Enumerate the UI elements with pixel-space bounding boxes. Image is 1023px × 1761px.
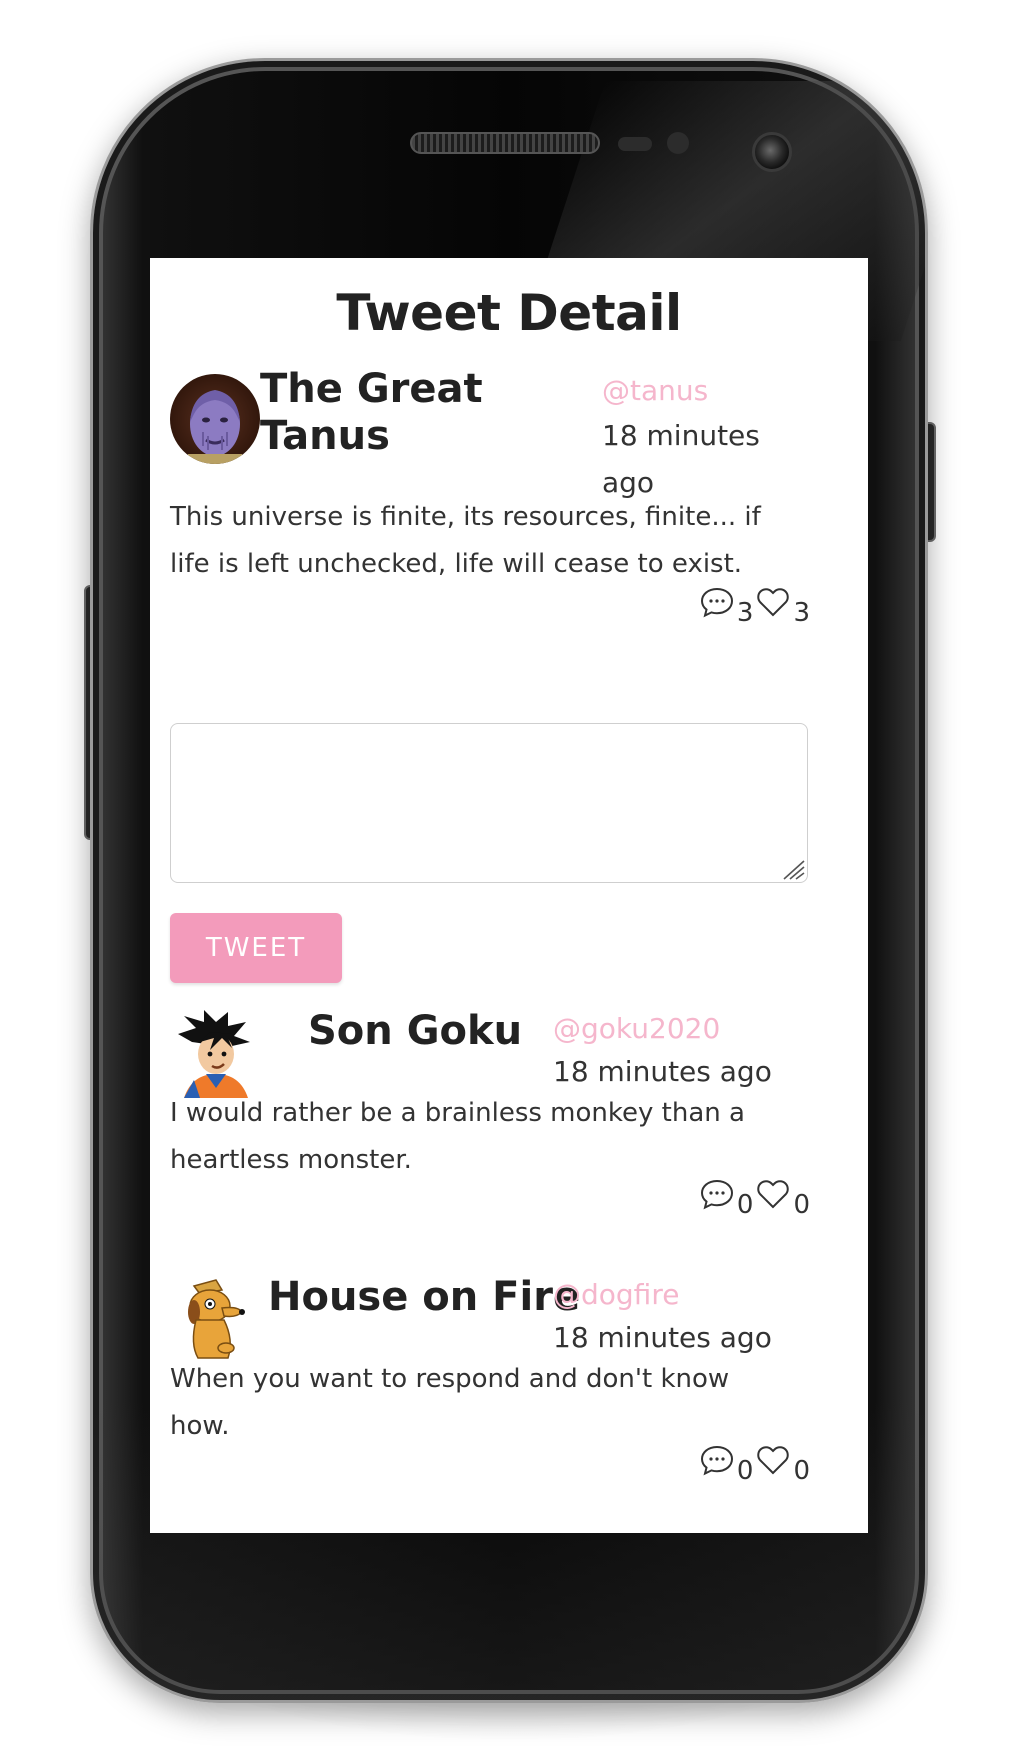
timestamp: 18 minutes ago <box>553 1321 772 1354</box>
reply-tweet: Son Goku @goku2020 18 minutes ago I woul… <box>170 1008 810 1248</box>
app-screen: Tweet Detail The Great Tanus @tanus 18 m… <box>150 258 868 1533</box>
reply-count: 0 <box>736 1190 754 1220</box>
heart-icon[interactable] <box>755 584 791 620</box>
like-count: 0 <box>793 1456 810 1486</box>
timestamp-line1: 18 minutes <box>602 419 760 452</box>
user-handle[interactable]: @dogfire <box>553 1278 679 1311</box>
reply-count: 3 <box>736 598 754 628</box>
tweet-text-line1: When you want to respond and don't know <box>170 1364 730 1394</box>
user-handle[interactable]: @goku2020 <box>553 1012 720 1045</box>
timestamp: 18 minutes ago <box>553 1055 772 1088</box>
tweet-text: This universe is finite, its resources, … <box>170 494 761 588</box>
display-name-line2: Tanus <box>260 413 390 459</box>
display-name[interactable]: The Great Tanus <box>260 366 483 460</box>
tweet-text-line2: life is left unchecked, life will cease … <box>170 549 743 579</box>
speaker-grille <box>410 132 600 154</box>
tweet-actions: 0 0 <box>699 1442 810 1484</box>
comment-icon[interactable] <box>699 1176 735 1212</box>
tweet-text-line2: how. <box>170 1411 230 1441</box>
tweet-actions: 0 0 <box>699 1176 810 1218</box>
tweet-compose-input[interactable] <box>170 723 808 883</box>
proximity-sensor <box>618 137 652 151</box>
main-tweet: The Great Tanus @tanus 18 minutes ago Th… <box>170 366 810 626</box>
display-name[interactable]: Son Goku <box>308 1008 522 1055</box>
heart-icon[interactable] <box>755 1176 791 1212</box>
light-sensor <box>667 132 689 154</box>
comment-icon[interactable] <box>699 1442 735 1478</box>
reply-tweet: House on Fire @dogfire 18 minutes ago Wh… <box>170 1274 810 1514</box>
tweet-text-line1: I would rather be a brainless monkey tha… <box>170 1098 745 1128</box>
dog-avatar-icon[interactable] <box>170 1274 260 1364</box>
tweet-button[interactable]: TWEET <box>170 913 342 983</box>
tweet-text-line1: This universe is finite, its resources, … <box>170 502 761 532</box>
display-name-line1: The Great <box>260 366 483 412</box>
tweet-text-line2: heartless monster. <box>170 1145 412 1175</box>
thanos-avatar-icon[interactable] <box>170 374 260 464</box>
tweet-actions: 3 3 <box>699 584 810 626</box>
reply-count: 0 <box>736 1456 754 1486</box>
timestamp: 18 minutes ago <box>602 412 760 506</box>
like-count: 3 <box>793 598 810 628</box>
page-title: Tweet Detail <box>336 284 682 342</box>
front-camera-icon <box>752 132 792 172</box>
tweet-text: When you want to respond and don't know … <box>170 1356 729 1450</box>
resize-handle-icon[interactable] <box>778 855 806 881</box>
goku-avatar-icon[interactable] <box>170 1008 260 1098</box>
comment-icon[interactable] <box>699 584 735 620</box>
heart-icon[interactable] <box>755 1442 791 1478</box>
user-handle[interactable]: @tanus <box>602 374 708 407</box>
display-name[interactable]: House on Fire <box>268 1274 580 1321</box>
tweet-text: I would rather be a brainless monkey tha… <box>170 1090 745 1184</box>
like-count: 0 <box>793 1190 810 1220</box>
